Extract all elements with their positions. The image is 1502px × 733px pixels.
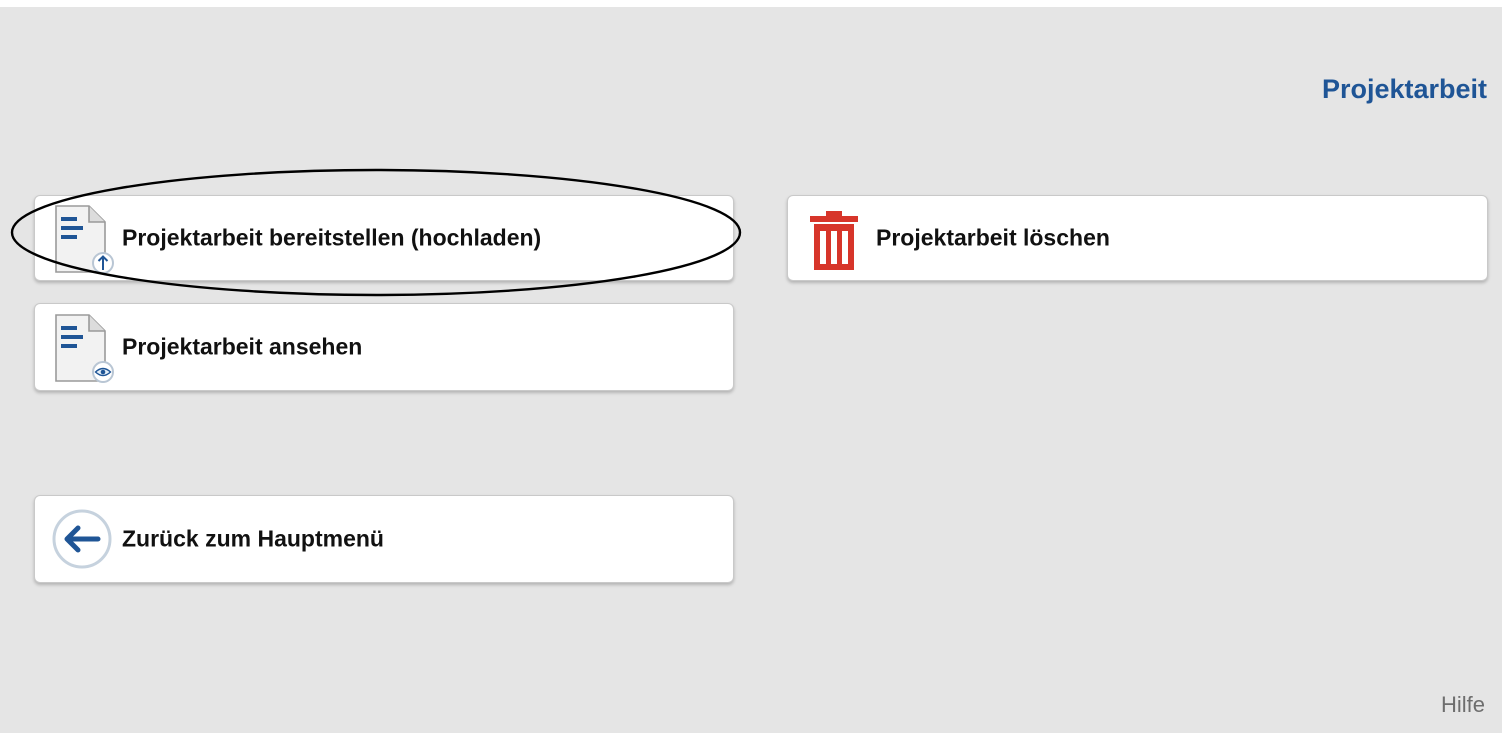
delete-project-label: Projektarbeit löschen: [876, 224, 1110, 251]
page-title: Projektarbeit: [1321, 74, 1487, 104]
arrow-left-icon: [52, 509, 112, 569]
document-view-icon: [55, 314, 114, 383]
help-link[interactable]: Hilfe: [1441, 692, 1485, 718]
trash-icon: [810, 211, 858, 270]
back-to-main-menu-button[interactable]: Zurück zum Hauptmenü: [34, 495, 734, 583]
upload-project-label: Projektarbeit bereitstellen (hochladen): [122, 224, 542, 251]
delete-project-button[interactable]: Projektarbeit löschen: [787, 195, 1488, 281]
upload-project-button[interactable]: Projektarbeit bereitstellen (hochladen): [34, 195, 734, 281]
view-project-label: Projektarbeit ansehen: [122, 333, 363, 360]
view-project-button[interactable]: Projektarbeit ansehen: [34, 303, 734, 391]
back-to-main-menu-label: Zurück zum Hauptmenü: [122, 525, 384, 552]
document-upload-icon: [55, 205, 114, 274]
